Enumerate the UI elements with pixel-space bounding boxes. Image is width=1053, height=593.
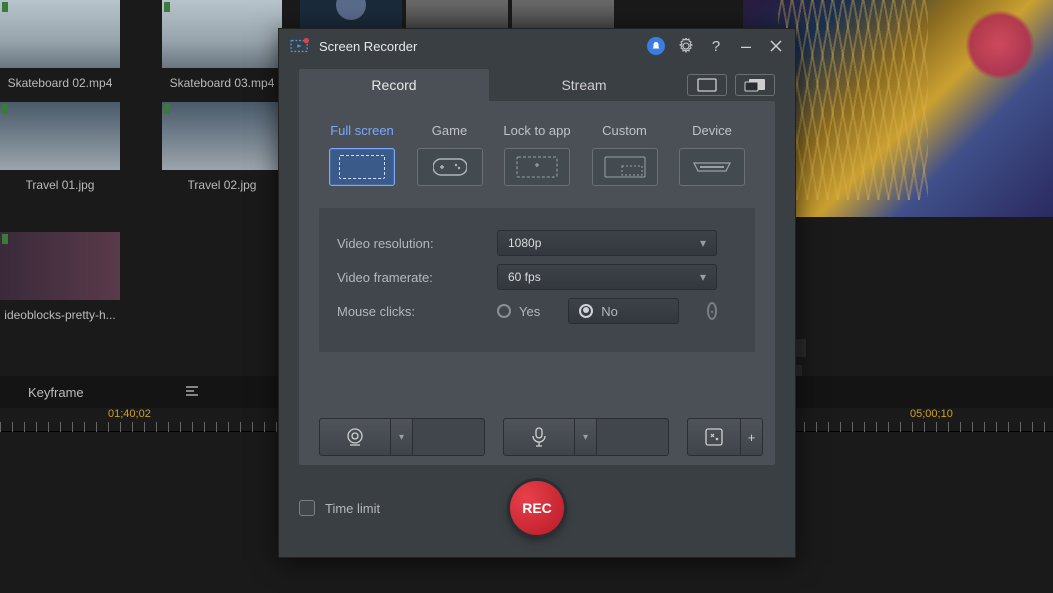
video-framerate-select[interactable]: 60 fps ▾ — [497, 264, 717, 290]
mouse-clicks-yes-radio[interactable]: Yes — [497, 304, 540, 319]
overlay-source-button[interactable] — [687, 418, 741, 456]
dialog-titlebar[interactable]: Screen Recorder ? – — [279, 29, 795, 63]
chevron-down-icon: ▾ — [700, 270, 706, 284]
media-item[interactable]: Skateboard 03.mp4 — [162, 0, 282, 90]
media-label: ideoblocks-pretty-h... — [4, 308, 115, 322]
mic-source-caret[interactable]: ▾ — [575, 418, 597, 456]
dialog-title: Screen Recorder — [319, 39, 417, 54]
media-item[interactable]: ideoblocks-pretty-h... — [0, 232, 120, 322]
media-item[interactable]: Travel 02.jpg — [162, 102, 282, 192]
mode-full-screen[interactable]: Full screen — [323, 123, 401, 186]
tab-stream[interactable]: Stream — [489, 69, 679, 101]
screen-recorder-dialog: Screen Recorder ? – Record Stream — [278, 28, 796, 558]
media-label: Travel 02.jpg — [188, 178, 257, 192]
record-button[interactable]: REC — [510, 481, 564, 535]
add-overlay-button[interactable]: + — [741, 418, 763, 456]
display-multi-button[interactable] — [735, 74, 775, 96]
timecode: 05;00;10 — [910, 408, 953, 420]
time-limit-checkbox[interactable]: Time limit — [299, 500, 380, 516]
mode-device[interactable]: Device — [673, 123, 751, 186]
mouse-clicks-no-radio[interactable]: No — [568, 298, 679, 324]
media-label: Travel 01.jpg — [26, 178, 95, 192]
webcam-source-button[interactable] — [319, 418, 391, 456]
tabs-row: Record Stream — [299, 69, 775, 101]
screen-recorder-icon — [289, 37, 311, 55]
video-resolution-label: Video resolution: — [337, 236, 497, 251]
webcam-source-display — [413, 418, 485, 456]
display-single-button[interactable] — [687, 74, 727, 96]
media-label: Skateboard 02.mp4 — [8, 76, 113, 90]
minimize-icon[interactable]: – — [737, 37, 755, 55]
mic-source-button[interactable] — [503, 418, 575, 456]
timecode: 01;40;02 — [108, 408, 151, 420]
notification-icon[interactable] — [647, 37, 665, 55]
lock-rect-icon — [504, 148, 570, 186]
video-resolution-select[interactable]: 1080p ▾ — [497, 230, 717, 256]
gamepad-icon — [417, 148, 483, 186]
source-row: ▾ ▾ + — [299, 409, 775, 465]
media-row-3: ideoblocks-pretty-h... — [0, 232, 120, 322]
chevron-down-icon: ▾ — [700, 236, 706, 250]
fullscreen-rect-icon — [329, 148, 395, 186]
custom-rect-icon — [592, 148, 658, 186]
mode-custom[interactable]: Custom — [586, 123, 664, 186]
media-row-2: Travel 01.jpg Travel 02.jpg — [0, 102, 282, 192]
audio-thumb — [300, 0, 402, 28]
help-icon[interactable]: ? — [707, 37, 725, 55]
close-icon[interactable] — [767, 37, 785, 55]
settings-gear-icon[interactable] — [677, 37, 695, 55]
text-align-icon[interactable] — [184, 384, 200, 400]
mic-source-display — [597, 418, 669, 456]
mode-lock-to-app[interactable]: Lock to app — [498, 123, 576, 186]
video-thumbs-row — [406, 0, 614, 28]
keyframe-label[interactable]: Keyframe — [28, 385, 84, 400]
mode-game[interactable]: Game — [411, 123, 489, 186]
video-framerate-label: Video framerate: — [337, 270, 497, 285]
tab-record[interactable]: Record — [299, 69, 489, 101]
device-hdmi-icon — [679, 148, 745, 186]
webcam-source-caret[interactable]: ▾ — [391, 418, 413, 456]
media-item[interactable]: Travel 01.jpg — [0, 102, 120, 192]
media-item[interactable]: Skateboard 02.mp4 — [0, 0, 120, 90]
disabled-icon — [707, 302, 717, 320]
mouse-clicks-label: Mouse clicks: — [337, 304, 497, 319]
dialog-bottom: Time limit REC — [299, 479, 775, 537]
media-label: Skateboard 03.mp4 — [170, 76, 275, 90]
settings-panel: Video resolution: 1080p ▾ Video framerat… — [319, 208, 755, 352]
